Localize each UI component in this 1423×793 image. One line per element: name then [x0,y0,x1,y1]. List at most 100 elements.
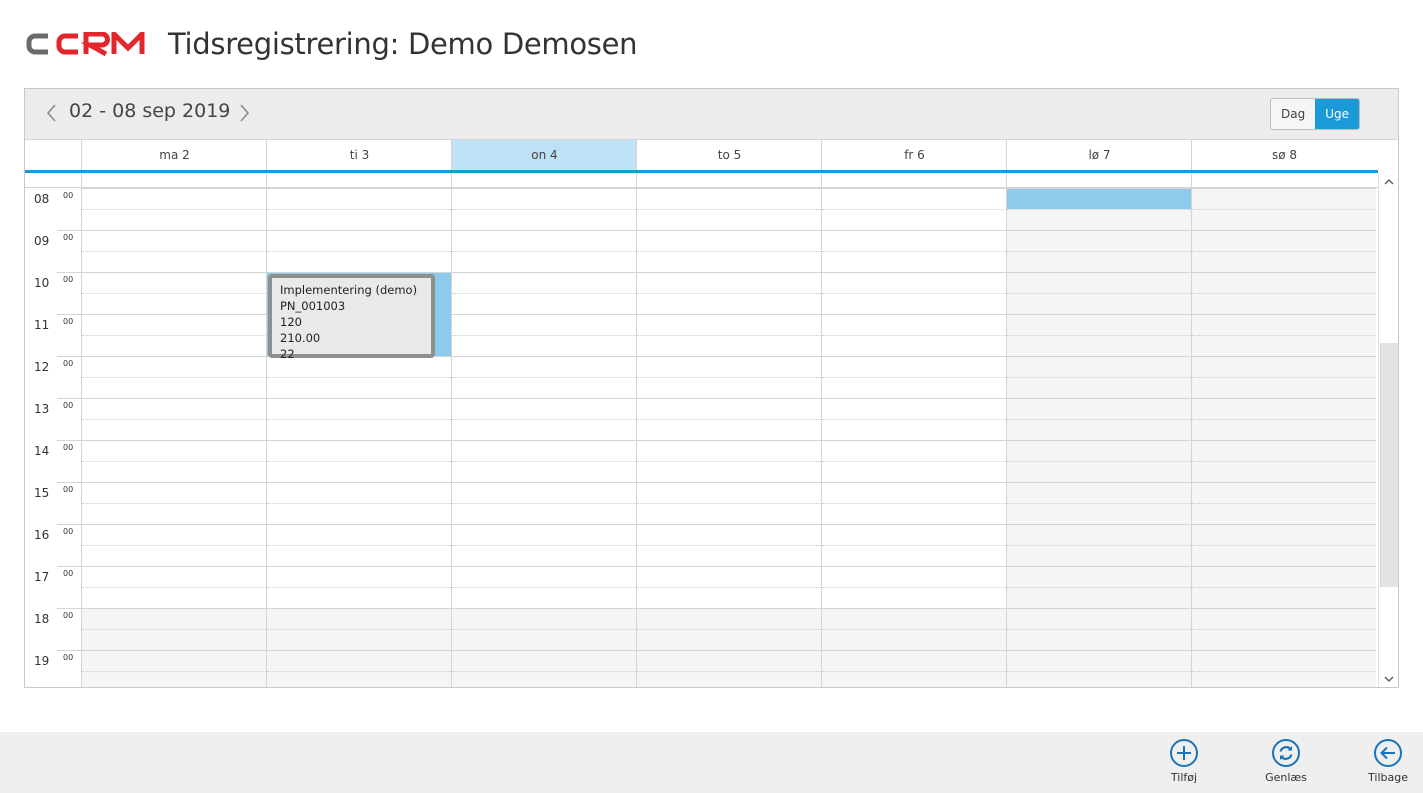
time-slot[interactable] [266,650,451,687]
event-tooltip[interactable]: Implementering (demo) PN_001003 120 210.00 2… [268,274,435,361]
time-slot[interactable] [1006,314,1191,356]
time-slot[interactable] [81,230,266,272]
time-slot[interactable] [451,608,636,650]
time-slot[interactable] [636,440,821,482]
day-header-4[interactable]: to 5 [636,140,822,170]
time-slot[interactable] [636,524,821,566]
next-week-button[interactable] [235,102,253,124]
time-slot[interactable] [81,482,266,524]
time-slot[interactable] [81,314,266,356]
time-slot[interactable] [81,524,266,566]
time-slot[interactable] [451,440,636,482]
time-slot[interactable] [1006,608,1191,650]
time-slot[interactable] [266,566,451,608]
time-slot[interactable] [636,356,821,398]
time-slot[interactable] [1006,482,1191,524]
time-slot[interactable] [266,230,451,272]
time-slot[interactable] [266,482,451,524]
view-day-button[interactable]: Dag [1271,99,1315,129]
all-day-cell[interactable] [636,173,822,187]
time-slot[interactable] [266,356,451,398]
scrollbar-thumb[interactable] [1380,343,1398,587]
time-slot[interactable] [1006,356,1191,398]
time-slot[interactable] [636,398,821,440]
day-header-3[interactable]: on 4 [451,140,637,170]
time-slot[interactable] [81,188,266,230]
all-day-cell[interactable] [1191,173,1377,187]
time-slot[interactable] [451,650,636,687]
time-slot[interactable] [266,398,451,440]
back-button[interactable]: Tilbage [1358,738,1418,784]
time-slot[interactable] [1191,650,1376,687]
time-slot[interactable] [636,608,821,650]
all-day-cell[interactable] [81,173,267,187]
time-slot[interactable] [81,650,266,687]
time-slot[interactable] [1191,356,1376,398]
time-slot[interactable] [451,272,636,314]
day-header-7[interactable]: sø 8 [1191,140,1377,170]
time-slot[interactable] [451,356,636,398]
all-day-cell[interactable] [1006,173,1192,187]
time-slot[interactable] [1006,440,1191,482]
time-slot[interactable] [636,272,821,314]
time-slot[interactable] [266,524,451,566]
time-slot[interactable] [821,440,1006,482]
add-button[interactable]: Tilføj [1154,738,1214,784]
vertical-scrollbar[interactable] [1378,173,1398,687]
time-slot[interactable] [81,356,266,398]
time-slot[interactable] [1006,272,1191,314]
time-slot[interactable] [1191,566,1376,608]
time-slot[interactable] [1191,314,1376,356]
time-slot[interactable] [636,314,821,356]
all-day-cell[interactable] [266,173,452,187]
time-slot[interactable] [1191,482,1376,524]
time-slot[interactable] [451,230,636,272]
time-slot[interactable] [636,650,821,687]
time-slot[interactable] [636,230,821,272]
time-slot[interactable] [266,608,451,650]
day-header-6[interactable]: lø 7 [1006,140,1192,170]
time-slot[interactable] [81,440,266,482]
time-slot[interactable] [451,314,636,356]
time-slot[interactable] [1006,398,1191,440]
view-week-button[interactable]: Uge [1315,99,1359,129]
time-slot[interactable] [1006,650,1191,687]
day-header-2[interactable]: ti 3 [266,140,452,170]
time-slot[interactable] [1191,440,1376,482]
time-slot[interactable] [821,482,1006,524]
time-slot[interactable] [636,482,821,524]
time-slot[interactable] [81,272,266,314]
time-slot[interactable] [821,272,1006,314]
time-slot[interactable] [1191,608,1376,650]
time-slot[interactable] [266,440,451,482]
time-slot[interactable] [81,566,266,608]
time-slot[interactable] [636,566,821,608]
time-slot[interactable] [1006,566,1191,608]
time-slot[interactable] [81,608,266,650]
time-slot[interactable] [266,188,451,230]
day-header-5[interactable]: fr 6 [821,140,1007,170]
time-slot[interactable] [821,398,1006,440]
time-slot[interactable] [451,566,636,608]
all-day-cell[interactable] [821,173,1007,187]
time-slot[interactable] [451,188,636,230]
time-slot[interactable] [81,398,266,440]
time-slot[interactable] [1006,524,1191,566]
time-slot[interactable] [1191,524,1376,566]
time-slot[interactable] [1191,188,1376,230]
time-slot[interactable] [1006,230,1191,272]
day-header-1[interactable]: ma 2 [81,140,267,170]
selected-slot[interactable] [1007,189,1191,209]
scroll-down-button[interactable] [1379,670,1398,687]
time-slot[interactable] [1191,398,1376,440]
scroll-up-button[interactable] [1379,173,1398,190]
time-slot[interactable] [1191,272,1376,314]
time-slot[interactable] [636,188,821,230]
reload-button[interactable]: Genlæs [1256,738,1316,784]
time-slot[interactable] [821,608,1006,650]
time-slot[interactable] [451,524,636,566]
time-slot[interactable] [821,188,1006,230]
time-slot[interactable] [821,356,1006,398]
time-slot[interactable] [821,314,1006,356]
time-slot[interactable] [821,566,1006,608]
